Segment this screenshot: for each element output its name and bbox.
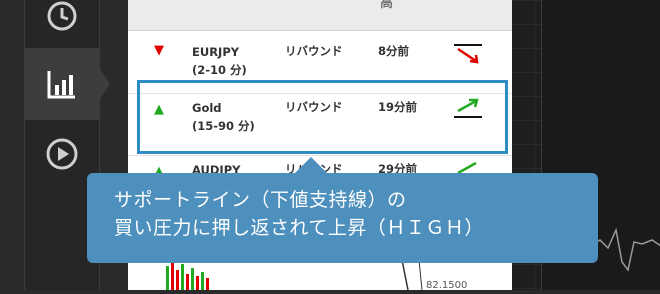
- sidebar-item-history[interactable]: [25, 0, 99, 52]
- pair-name: EURJPY: [192, 45, 240, 59]
- pattern-label: リバウンド: [285, 44, 343, 58]
- down-arrow-icon: ▼: [154, 43, 164, 58]
- table-header: — — 高: [128, 0, 512, 31]
- play-icon: [46, 138, 78, 170]
- trend-down-icon: [454, 44, 482, 64]
- time-label: 8分前: [378, 44, 410, 58]
- sidebar-item-signals[interactable]: [25, 48, 99, 120]
- active-indicator: [98, 66, 110, 102]
- bar-chart-icon: [47, 71, 75, 99]
- tooltip-pointer: [294, 157, 328, 174]
- pair-period: (2-10 分): [192, 63, 247, 77]
- tooltip-line-2: 買い圧力に押し返されて上昇（ＨＩＧＨ）: [114, 217, 484, 239]
- price-label: 82.1500: [426, 280, 468, 290]
- history-icon: [47, 1, 77, 31]
- explanation-tooltip: サポートライン（下値支持線）の 買い圧力に押し返されて上昇（ＨＩＧＨ）: [87, 173, 598, 263]
- header-time-label: 高: [380, 0, 394, 11]
- highlight-frame: [137, 80, 508, 154]
- tooltip-line-1: サポートライン（下値支持線）の: [114, 189, 407, 211]
